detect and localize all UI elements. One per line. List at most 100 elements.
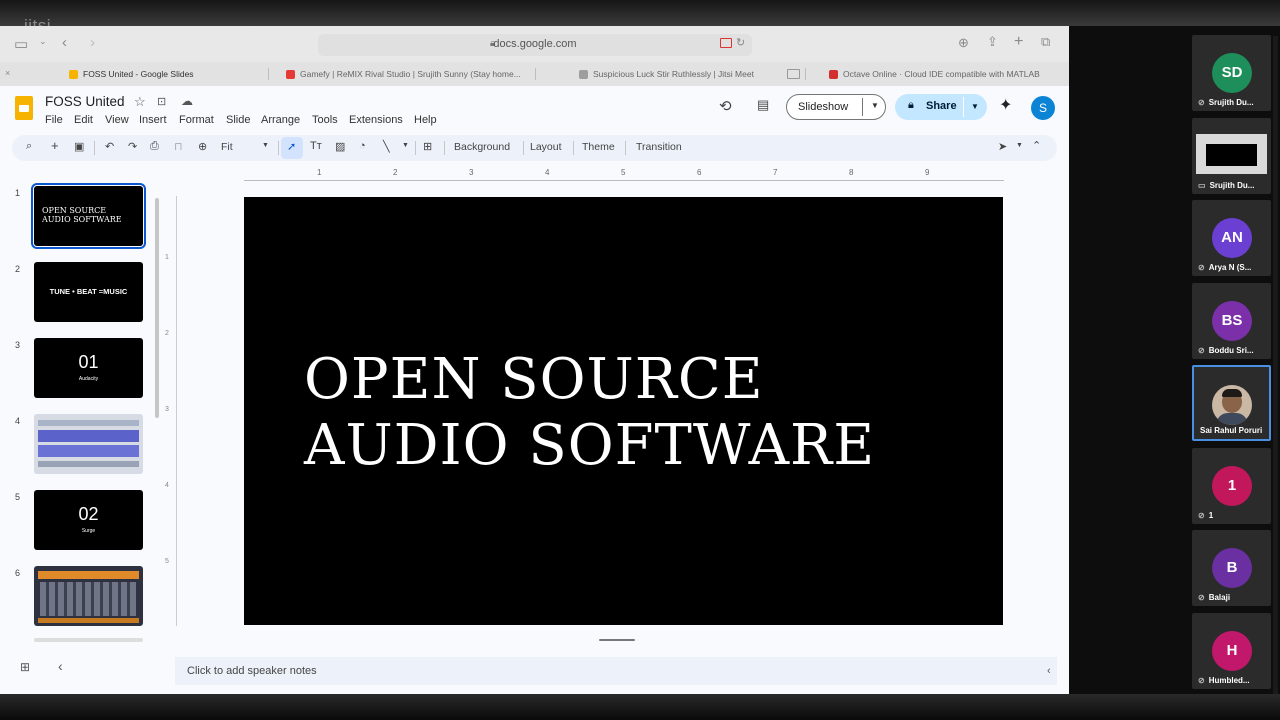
grid-view-icon[interactable]: ⊞ [20,660,30,674]
document-title[interactable]: FOSS United [45,94,125,109]
back-icon[interactable]: ‹ [62,34,67,51]
tab-youtube[interactable]: Gamefy | ReMIX Rival Studio | Srujith Su… [286,62,526,86]
menu-arrange[interactable]: Arrange [261,114,300,126]
layout-button[interactable]: Layout [530,141,562,153]
menu-tools[interactable]: Tools [312,114,338,126]
slide-thumbnail-1[interactable]: OPEN SOURCE AUDIO SOFTWARE [31,183,146,249]
speaker-notes[interactable]: Click to add speaker notes ‹ [175,657,1057,685]
star-icon[interactable]: ☆ [134,94,146,110]
reload-icon[interactable]: ↻ [736,36,745,49]
participant-tile[interactable]: B ⊘ Balaji [1192,530,1271,606]
slides-logo-icon[interactable] [15,96,33,120]
screenshare-preview [1196,134,1267,174]
tab-overview-icon[interactable]: ⧉ [1041,34,1050,50]
slide-thumbnail-6[interactable] [34,566,143,626]
toolbar-separator [523,141,524,155]
slide-layout-icon[interactable]: ▣ [74,140,84,153]
mixer-strips [40,582,136,616]
slide-title[interactable]: OPEN SOURCE AUDIO SOFTWARE [304,347,875,479]
add-comment-icon[interactable]: ⊞ [423,140,432,153]
paint-format-icon[interactable]: ⊓ [174,140,183,153]
thumbnail-subtitle: Audacity [78,376,99,382]
shape-icon[interactable]: ◔ [359,140,366,152]
menu-insert[interactable]: Insert [139,114,167,126]
participant-name: Sai Rahul Poruri [1200,426,1263,435]
filmstrip-scrollbar-right[interactable] [1273,36,1278,696]
slide-thumbnail-5[interactable]: 02 Surge [34,490,143,550]
download-icon[interactable]: ⊕ [958,35,969,51]
menu-file[interactable]: File [45,114,63,126]
chevron-down-icon[interactable]: ⌄ [39,36,47,47]
tab-octave-online[interactable]: Octave Online · Cloud IDE compatible wit… [829,62,1059,86]
theme-button[interactable]: Theme [582,141,615,153]
sidebar-toggle-icon[interactable]: ▭ [14,35,28,53]
pen-pointer-icon[interactable]: ➤ [998,140,1007,153]
octave-favicon-icon [829,70,838,80]
toolbar-separator [278,141,279,155]
account-avatar[interactable]: S [1031,96,1055,120]
zoom-icon[interactable]: ⊕ [198,140,207,153]
participant-tile[interactable]: AN ⊘ Arya N (S... [1192,200,1271,276]
select-cursor-icon[interactable]: ➚ [287,140,296,153]
participant-tile[interactable]: H ⊘ Humbled... [1192,613,1271,689]
slide-thumbnail-2[interactable]: TUNE • BEAT =MUSIC [34,262,143,322]
share-dropdown-icon[interactable]: ▼ [971,102,979,111]
menu-view[interactable]: View [105,114,129,126]
button-divider [862,98,863,116]
zoom-select[interactable]: Fit [221,141,233,153]
address-bar[interactable]: 🔒︎ docs.google.com ↻ [318,34,752,56]
participant-tile[interactable]: SD ⊘ Srujith Du... [1192,35,1271,111]
menu-help[interactable]: Help [414,114,437,126]
current-slide[interactable]: OPEN SOURCE AUDIO SOFTWARE [244,197,1003,625]
slide-thumbnail-4[interactable] [34,414,143,474]
undo-icon[interactable]: ↶ [105,140,114,153]
slide-thumbnail-3[interactable]: 01 Audacity [34,338,143,398]
participant-tile-active-speaker[interactable]: Sai Rahul Poruri [1192,365,1271,441]
text-box-icon[interactable]: Tт [310,140,322,152]
menu-format[interactable]: Format [179,114,214,126]
tab-separator [805,68,806,80]
toolbar-separator [94,141,95,155]
move-folder-icon[interactable]: ⊡ [157,95,166,108]
menu-edit[interactable]: Edit [74,114,93,126]
menu-slide[interactable]: Slide [226,114,250,126]
screen-share-icon[interactable] [720,38,732,48]
slideshow-button[interactable]: Slideshow ▼ [786,94,886,120]
new-tab-icon[interactable]: + [1014,33,1023,51]
forward-icon[interactable]: › [90,34,95,51]
close-tab-icon[interactable]: × [5,68,10,78]
share-button[interactable]: 🔒︎ Share ▼ [895,94,987,120]
comments-icon[interactable]: ▤ [757,97,769,113]
share-icon[interactable]: ⇪ [987,34,998,50]
redo-icon[interactable]: ↷ [128,140,137,153]
vertical-ruler-number: 1 [165,254,169,261]
background-button[interactable]: Background [454,141,510,153]
participant-name: ▭ Srujith Du... [1198,181,1255,190]
collapse-filmstrip-icon[interactable]: ‹ [58,658,63,674]
participant-tile-screenshare[interactable]: ▭ Srujith Du... [1192,118,1271,194]
tab-google-slides[interactable]: FOSS United - Google Slides [69,62,264,86]
participant-tile[interactable]: 1 ⊘ 1 [1192,448,1271,524]
line-dropdown-icon[interactable]: ▼ [402,142,409,149]
print-icon[interactable]: ⎙ [150,140,159,153]
slide-number: 3 [15,340,21,350]
slideshow-dropdown-icon[interactable]: ▼ [871,101,879,110]
gemini-sparkle-icon[interactable]: ✦ [999,95,1012,115]
version-history-icon[interactable]: ⟲ [719,97,732,115]
new-slide-icon[interactable]: + [51,138,59,153]
pointer-dropdown-icon[interactable]: ▼ [1016,142,1023,149]
line-icon[interactable]: ╲ [383,140,390,153]
tab-jitsi-meet[interactable]: Suspicious Luck Stir Ruthlessly | Jitsi … [579,62,779,86]
notes-collapse-icon[interactable]: ‹ [1047,665,1051,677]
search-menus-icon[interactable]: ⌕ [26,140,32,153]
zoom-dropdown-icon[interactable]: ▼ [262,142,269,149]
participant-tile[interactable]: BS ⊘ Boddu Sri... [1192,283,1271,359]
filmstrip-scrollbar[interactable] [155,198,159,418]
mic-muted-icon: ⊘ [1198,98,1205,107]
menu-extensions[interactable]: Extensions [349,114,403,126]
image-icon[interactable]: ▨ [335,140,345,153]
collapse-toolbar-icon[interactable]: ⌃ [1032,139,1041,152]
ruler-number: 4 [545,168,550,177]
notes-resize-handle[interactable] [599,639,635,641]
transition-button[interactable]: Transition [636,141,682,153]
